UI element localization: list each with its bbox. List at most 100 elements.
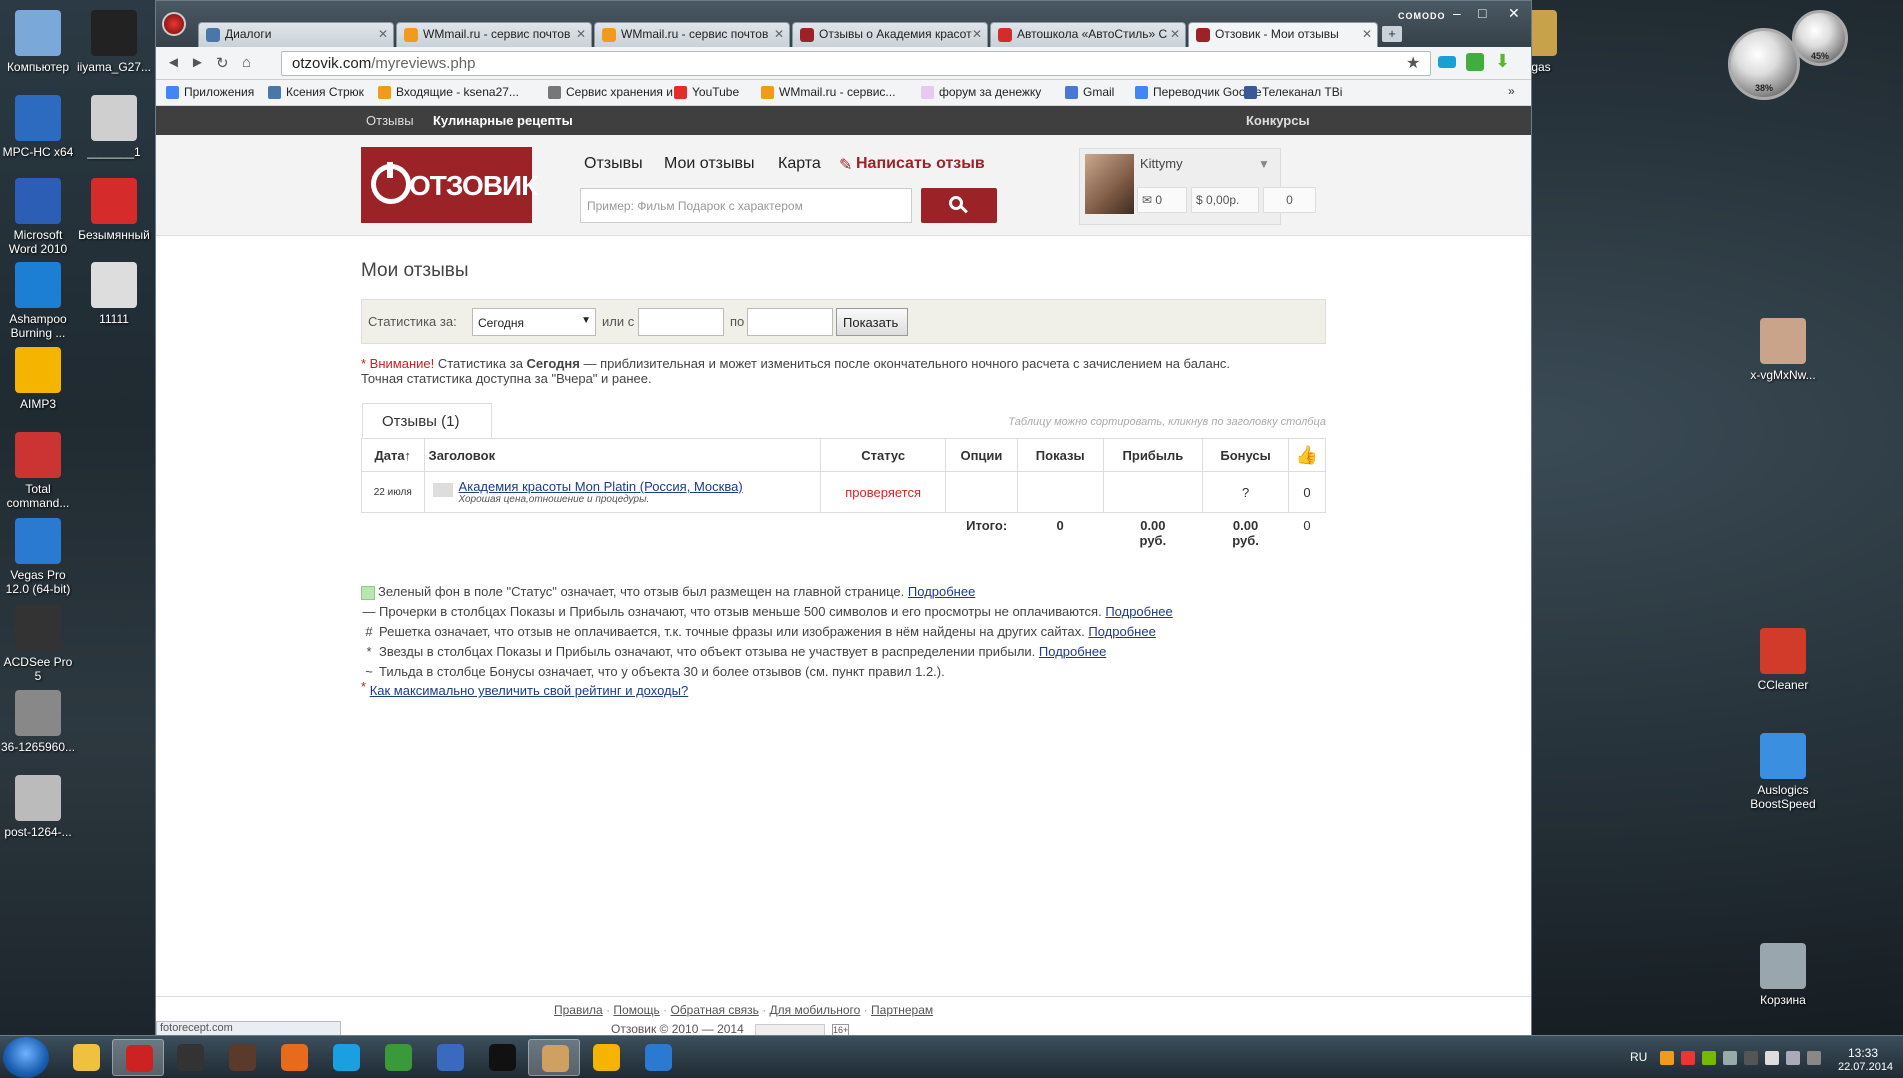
- desktop-icon[interactable]: AIMP3: [0, 347, 76, 411]
- date-from-input[interactable]: [638, 308, 724, 336]
- memory-gauge-gadget[interactable]: 45%: [1792, 10, 1848, 66]
- legend-more-link[interactable]: Подробнее: [1039, 644, 1106, 659]
- bookmark-item[interactable]: Ксения Стрюк: [268, 85, 364, 99]
- tab-close-icon[interactable]: ✕: [378, 27, 388, 41]
- extension-icon-1[interactable]: [1438, 56, 1456, 68]
- bookmark-star-icon[interactable]: ★: [1406, 53, 1420, 73]
- tray-icon[interactable]: [1681, 1051, 1695, 1065]
- menu-map-link[interactable]: Карта: [778, 155, 821, 173]
- taskbar-app-button[interactable]: [320, 1039, 372, 1076]
- browser-tab[interactable]: Отзовик - Мои отзывы ✕: [1188, 22, 1378, 47]
- desktop-icon[interactable]: Total command...: [0, 432, 76, 510]
- taskbar-app-button[interactable]: [216, 1039, 268, 1076]
- date-to-input[interactable]: [747, 308, 833, 336]
- thumbs-up-icon[interactable]: 👍: [1288, 438, 1326, 472]
- bookmark-item[interactable]: YouTube: [674, 85, 739, 99]
- home-icon[interactable]: ⌂: [242, 54, 251, 71]
- maximize-button[interactable]: □: [1478, 5, 1486, 21]
- desktop-icon[interactable]: 11111: [76, 262, 152, 326]
- site-logo[interactable]: ОТЗОВИК: [361, 147, 538, 223]
- tab-reviews[interactable]: Отзывы (1): [362, 403, 492, 438]
- footer-link[interactable]: Для мобильного: [770, 1003, 861, 1017]
- clock-time[interactable]: 13:33: [1848, 1046, 1878, 1060]
- desktop-icon[interactable]: Корзина: [1728, 943, 1838, 1007]
- topnav-contests-link[interactable]: Конкурсы: [1246, 113, 1310, 128]
- desktop-icon[interactable]: x-vgMxNw...: [1728, 318, 1838, 382]
- footer-link[interactable]: Обратная связь: [670, 1003, 758, 1017]
- taskbar-app-button[interactable]: [528, 1039, 580, 1076]
- new-tab-button[interactable]: +: [1382, 26, 1402, 42]
- show-button[interactable]: Показать: [836, 308, 908, 336]
- taskbar-app-button[interactable]: [60, 1039, 112, 1076]
- tray-icon[interactable]: [1723, 1051, 1737, 1065]
- tray-icon[interactable]: [1744, 1051, 1758, 1065]
- tray-icon[interactable]: [1702, 1051, 1716, 1065]
- period-select[interactable]: Сегодня ▼: [472, 308, 596, 336]
- tray-icon[interactable]: [1786, 1051, 1800, 1065]
- forward-icon[interactable]: ►: [190, 54, 205, 71]
- taskbar-app-button[interactable]: [164, 1039, 216, 1076]
- bookmark-item[interactable]: WMmail.ru - сервис...: [761, 85, 895, 99]
- search-input[interactable]: Пример: Фильм Подарок с характером: [580, 188, 912, 223]
- taskbar-app-button[interactable]: [372, 1039, 424, 1076]
- desktop-icon[interactable]: Ashampoo Burning ...: [0, 262, 76, 340]
- download-icon[interactable]: ⬇: [1495, 51, 1510, 72]
- extension-icon-2[interactable]: [1466, 53, 1484, 71]
- topnav-reviews-link[interactable]: Отзывы: [366, 113, 414, 128]
- tray-icon[interactable]: [1660, 1051, 1674, 1065]
- menu-my-reviews-link[interactable]: Мои отзывы: [664, 155, 755, 173]
- browser-tab[interactable]: Автошкола «АвтоСтиль» С ✕: [990, 22, 1186, 47]
- column-header[interactable]: Статус: [820, 438, 947, 472]
- legend-more-link[interactable]: Подробнее: [908, 584, 975, 599]
- column-header[interactable]: Опции: [945, 438, 1018, 472]
- column-header[interactable]: Заголовок: [423, 438, 822, 472]
- tab-close-icon[interactable]: ✕: [972, 27, 982, 41]
- menu-reviews-link[interactable]: Отзывы: [584, 155, 643, 173]
- browser-tab[interactable]: WMmail.ru - сервис почтов ✕: [396, 22, 592, 47]
- tab-close-icon[interactable]: ✕: [1170, 27, 1180, 41]
- browser-tab[interactable]: Отзывы о Академия красот ✕: [792, 22, 988, 47]
- tray-icon[interactable]: [1765, 1051, 1779, 1065]
- chevron-down-icon[interactable]: ▼: [1258, 157, 1270, 171]
- language-indicator[interactable]: RU: [1630, 1050, 1647, 1064]
- column-header[interactable]: Прибыль: [1102, 438, 1204, 472]
- footer-link[interactable]: Правила: [554, 1003, 603, 1017]
- start-button[interactable]: [3, 1037, 49, 1078]
- desktop-icon[interactable]: iiyama_G27...: [76, 10, 152, 74]
- close-window-button[interactable]: ✕: [1508, 5, 1520, 22]
- tray-icon[interactable]: [1807, 1051, 1821, 1065]
- points-counter[interactable]: 0: [1263, 187, 1316, 213]
- desktop-icon[interactable]: ACDSee Pro 5: [0, 605, 76, 683]
- minimize-button[interactable]: –: [1453, 5, 1461, 21]
- avatar[interactable]: [1085, 154, 1134, 214]
- legend-more-link[interactable]: Подробнее: [1088, 624, 1155, 639]
- taskbar-app-button[interactable]: [112, 1039, 164, 1076]
- taskbar-app-button[interactable]: [632, 1039, 684, 1076]
- legend-more-link[interactable]: Подробнее: [1105, 604, 1172, 619]
- bookmarks-overflow-icon[interactable]: »: [1508, 84, 1515, 98]
- comodo-dragon-icon[interactable]: [162, 12, 186, 36]
- tab-close-icon[interactable]: ✕: [576, 27, 586, 41]
- liveinternet-counter[interactable]: [755, 1023, 826, 1036]
- column-header[interactable]: Бонусы: [1202, 438, 1290, 472]
- browser-tab[interactable]: WMmail.ru - сервис почтов ✕: [594, 22, 790, 47]
- tab-close-icon[interactable]: ✕: [1362, 27, 1372, 41]
- taskbar-app-button[interactable]: [268, 1039, 320, 1076]
- desktop-icon[interactable]: Vegas Pro 12.0 (64-bit): [0, 518, 76, 596]
- browser-tab[interactable]: Диалоги ✕: [198, 22, 394, 47]
- url-input[interactable]: otzovik.com/myreviews.php: [281, 51, 1431, 76]
- search-button[interactable]: [921, 188, 997, 223]
- desktop-icon[interactable]: CCleaner: [1728, 628, 1838, 692]
- column-header[interactable]: Показы: [1016, 438, 1104, 472]
- tab-close-icon[interactable]: ✕: [774, 27, 784, 41]
- bookmark-item[interactable]: Переводчик Google: [1135, 85, 1262, 99]
- messages-counter[interactable]: ✉ 0: [1137, 187, 1187, 213]
- taskbar-app-button[interactable]: [424, 1039, 476, 1076]
- desktop-icon[interactable]: Auslogics BoostSpeed: [1728, 733, 1838, 811]
- desktop-icon[interactable]: post-1264-...: [0, 775, 76, 839]
- rating-link[interactable]: Как максимально увеличить свой рейтинг и…: [370, 683, 689, 698]
- desktop-icon[interactable]: Безымянный: [76, 178, 152, 242]
- desktop-icon[interactable]: Microsoft Word 2010: [0, 178, 76, 256]
- cpu-gauge-gadget[interactable]: 38%: [1728, 28, 1800, 100]
- bookmark-item[interactable]: Приложения: [166, 85, 254, 99]
